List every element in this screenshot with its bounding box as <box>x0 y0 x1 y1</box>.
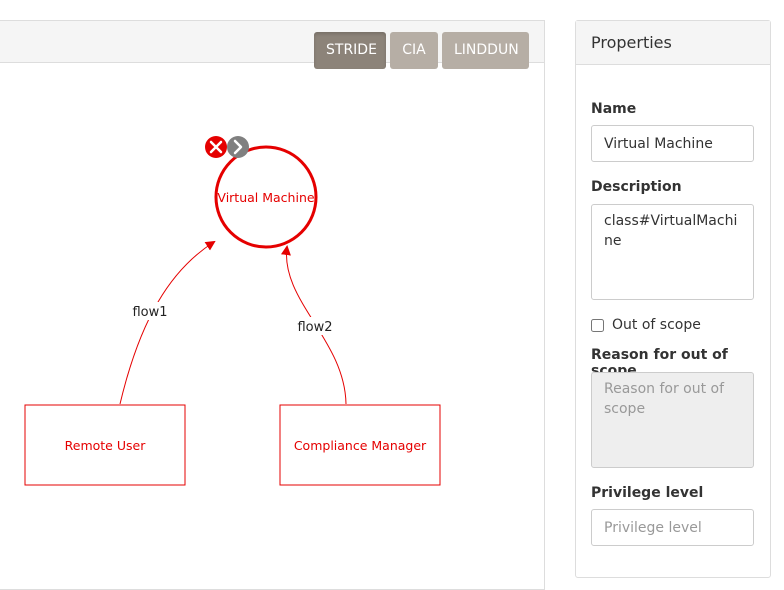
reason-textarea[interactable] <box>591 372 754 468</box>
properties-panel: Properties Name Description class#Virtua… <box>575 20 771 578</box>
out-of-scope-label: Out of scope <box>612 317 701 333</box>
out-of-scope-row: Out of scope <box>591 317 701 333</box>
flow-label: flow2 <box>297 320 332 335</box>
actor-node[interactable]: Compliance Manager <box>279 404 441 486</box>
out-of-scope-checkbox[interactable] <box>591 318 604 332</box>
actor-node[interactable]: Remote User <box>24 404 186 486</box>
process-label: Virtual Machine <box>217 190 314 205</box>
properties-heading: Properties <box>576 21 770 65</box>
diagram-canvas[interactable]: flow1 flow2 Virtual Machine Remote User … <box>0 0 545 584</box>
privilege-label: Privilege level <box>591 485 704 501</box>
actor-label: Remote User <box>65 438 147 453</box>
name-input[interactable] <box>591 125 754 162</box>
link-element-tool[interactable] <box>227 136 249 158</box>
description-textarea[interactable]: class#VirtualMachine <box>591 204 754 300</box>
description-label: Description <box>591 179 682 195</box>
remove-element-tool[interactable] <box>205 136 227 158</box>
process-node[interactable]: Virtual Machine <box>214 145 318 249</box>
name-label: Name <box>591 101 637 117</box>
actor-label: Compliance Manager <box>294 438 427 453</box>
privilege-input[interactable] <box>591 509 754 546</box>
flow-edge[interactable]: flow1 <box>119 240 216 405</box>
flow-label: flow1 <box>132 305 167 320</box>
flow-edge[interactable]: flow2 <box>281 245 347 405</box>
